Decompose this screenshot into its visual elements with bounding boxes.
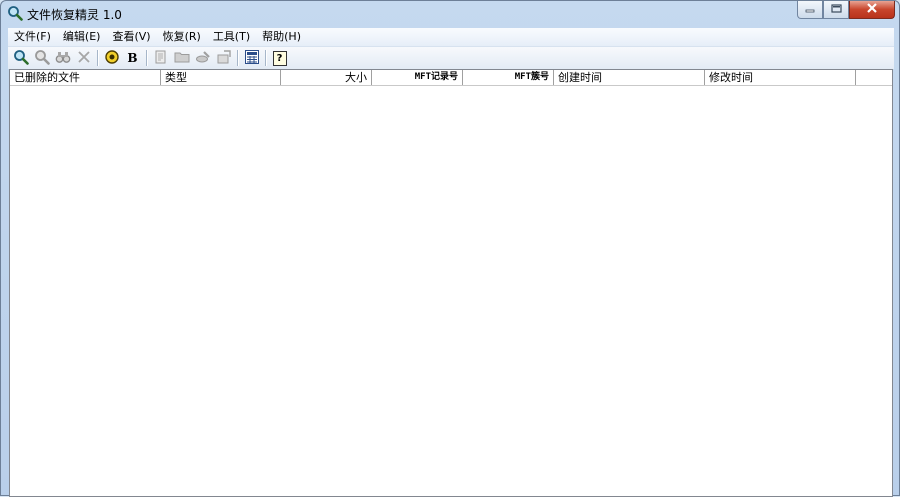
toolbar-separator <box>146 50 147 66</box>
column-header-deleted-files[interactable]: 已删除的文件 <box>10 70 161 85</box>
recover-button[interactable] <box>192 48 213 68</box>
menu-tools[interactable]: 工具(T) <box>207 28 256 46</box>
restore-icon <box>830 3 842 16</box>
toolbar-separator <box>97 50 98 66</box>
help-button[interactable]: ? <box>269 48 290 68</box>
column-header-size[interactable]: 大小 <box>281 70 372 85</box>
toolbar-separator <box>237 50 238 66</box>
target-icon <box>104 49 120 68</box>
grid-icon <box>244 49 260 68</box>
column-header-mft-record[interactable]: MFT记录号 <box>372 70 463 85</box>
app-window: 文件恢复精灵 1.0 文件(F) 编辑(E) 查看(V) 恢复(R) 工具(T)… <box>0 0 900 497</box>
maximize-button[interactable] <box>823 1 849 19</box>
column-header-mft-cluster[interactable]: MFT簇号 <box>463 70 554 85</box>
scan-button[interactable] <box>10 48 31 68</box>
stop-x-icon <box>76 49 92 68</box>
close-icon <box>866 3 878 16</box>
search-dim-icon <box>34 49 50 68</box>
minimize-icon <box>805 3 815 16</box>
minimize-button[interactable] <box>797 1 823 19</box>
menu-edit[interactable]: 编辑(E) <box>57 28 107 46</box>
menu-view[interactable]: 查看(V) <box>106 28 156 46</box>
open-document-button[interactable] <box>150 48 171 68</box>
export-button[interactable] <box>213 48 234 68</box>
title-bar[interactable]: 文件恢复精灵 1.0 <box>1 1 899 27</box>
bold-button[interactable]: B <box>122 48 143 68</box>
folder-button[interactable] <box>171 48 192 68</box>
column-header-created-time[interactable]: 创建时间 <box>554 70 705 85</box>
find-button[interactable] <box>52 48 73 68</box>
bold-b-icon: B <box>127 51 138 65</box>
close-button[interactable] <box>849 1 895 19</box>
deleted-files-list[interactable]: 已删除的文件 类型 大小 MFT记录号 MFT簇号 创建时间 修改时间 <box>9 69 893 497</box>
folder-icon <box>174 49 190 68</box>
document-icon <box>153 49 169 68</box>
deep-scan-button[interactable] <box>31 48 52 68</box>
search-icon <box>13 49 29 68</box>
caption-buttons <box>797 1 895 21</box>
toolbar-separator <box>265 50 266 66</box>
window-title: 文件恢复精灵 1.0 <box>27 8 122 22</box>
toolbar: B ? <box>8 47 894 69</box>
recover-icon <box>195 49 211 68</box>
menu-bar: 文件(F) 编辑(E) 查看(V) 恢复(R) 工具(T) 帮助(H) <box>8 28 894 47</box>
hex-view-button[interactable] <box>241 48 262 68</box>
magnifier-app-icon <box>7 5 23 21</box>
column-header-modified-time[interactable]: 修改时间 <box>705 70 856 85</box>
column-header-type[interactable]: 类型 <box>161 70 281 85</box>
menu-file[interactable]: 文件(F) <box>8 28 57 46</box>
list-header: 已删除的文件 类型 大小 MFT记录号 MFT簇号 创建时间 修改时间 <box>10 70 892 86</box>
export-icon <box>216 49 232 68</box>
help-icon: ? <box>272 50 287 66</box>
menu-recover[interactable]: 恢复(R) <box>157 28 207 46</box>
binoculars-icon <box>55 49 71 68</box>
menu-help[interactable]: 帮助(H) <box>256 28 307 46</box>
stop-button[interactable] <box>73 48 94 68</box>
target-button[interactable] <box>101 48 122 68</box>
